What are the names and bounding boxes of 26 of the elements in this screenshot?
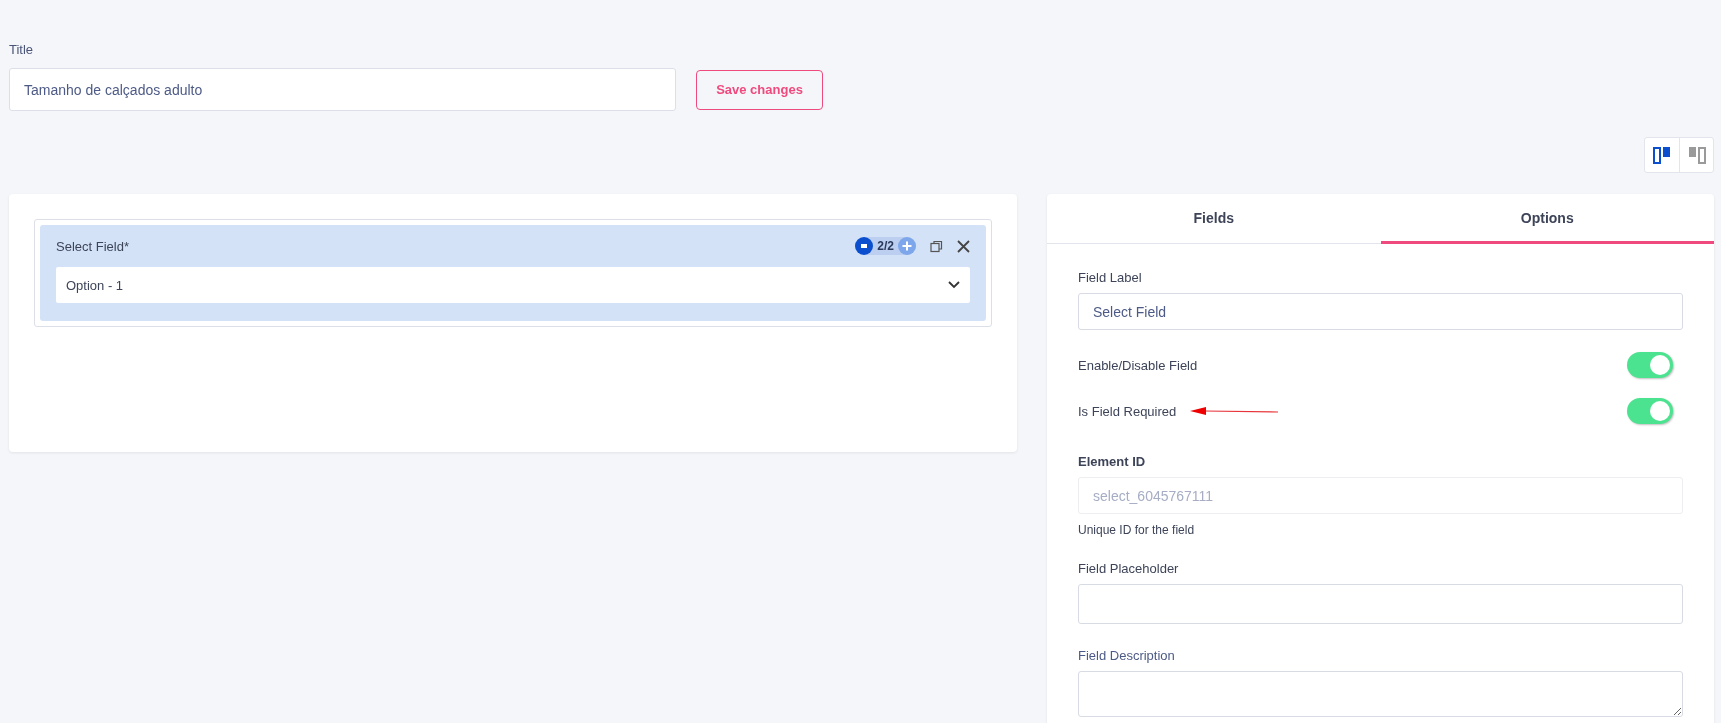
chevron-down-icon <box>948 281 960 289</box>
element-id-label: Element ID <box>1078 454 1147 469</box>
toggle-label: Enable/Disable Field <box>1078 357 1198 373</box>
copy-icon[interactable] <box>930 239 943 253</box>
placeholder-input[interactable] <box>1078 584 1683 624</box>
column-counter: 2/2 <box>855 237 916 255</box>
field-label: Select Field* <box>56 238 129 254</box>
option-select[interactable]: Option - 1 <box>56 267 970 303</box>
help-text: Unique ID for the field <box>1078 523 1196 537</box>
title-label: Title <box>9 42 35 57</box>
field-label-label: Field Label <box>1078 270 1143 285</box>
plus-icon[interactable] <box>898 237 916 255</box>
field-block[interactable]: Select Field* 2/2 Option - 1 <box>40 225 986 321</box>
toggle-label: Is Field Required <box>1078 403 1177 419</box>
field-label-input[interactable]: Select Field <box>1078 293 1683 330</box>
layout-icon <box>1687 146 1706 164</box>
toggle-switch[interactable] <box>1627 352 1673 378</box>
close-icon[interactable] <box>957 239 970 253</box>
settings-tab[interactable]: Options <box>1380 194 1714 244</box>
description-label: Field Description <box>1078 648 1176 663</box>
title-input[interactable]: Tamanho de calçados adulto <box>9 68 676 111</box>
minus-icon[interactable] <box>855 237 874 255</box>
settings-tab[interactable]: Fields <box>1047 194 1381 244</box>
toggle-switch[interactable] <box>1627 398 1673 424</box>
layout-icon <box>1653 146 1671 164</box>
placeholder-label: Field Placeholder <box>1078 561 1180 576</box>
